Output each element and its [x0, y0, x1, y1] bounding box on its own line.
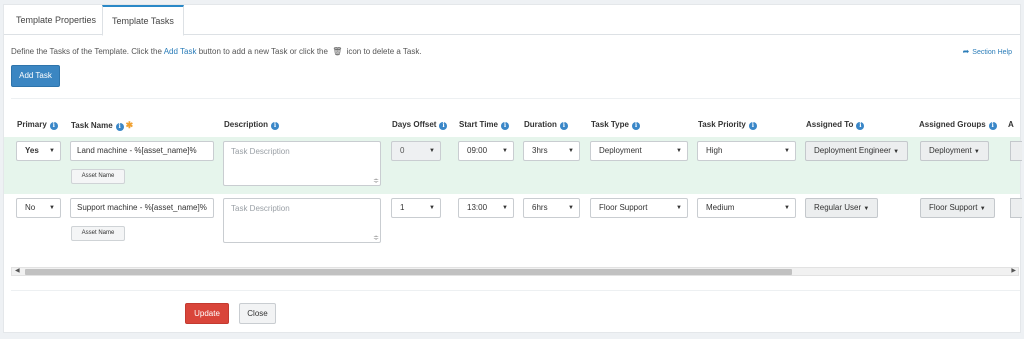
- instructions-text: Define the Tasks of the Template. Click …: [11, 47, 422, 56]
- info-icon[interactable]: i: [559, 122, 568, 130]
- task-description-textarea[interactable]: Task Description ≑: [223, 141, 381, 186]
- assigned-to-dropdown[interactable]: Regular User ▼: [805, 198, 879, 218]
- asset-name-button[interactable]: Asset Name: [71, 226, 125, 241]
- header-assigned-groups: Assigned Groups i: [919, 120, 997, 130]
- horizontal-scrollbar[interactable]: ◀ ▶: [11, 267, 1019, 276]
- asset-name-button[interactable]: Asset Name: [71, 169, 125, 184]
- add-task-button[interactable]: Add Task: [11, 65, 60, 87]
- header-duration: Duration i: [524, 120, 568, 130]
- header-start-time: Start Time i: [459, 120, 509, 130]
- task-description-textarea[interactable]: Task Description ≑: [223, 198, 381, 243]
- scroll-right-arrow-icon[interactable]: ▶: [1011, 267, 1016, 274]
- divider: [11, 98, 1020, 99]
- caret-down-icon: ▼: [49, 148, 55, 154]
- tab-template-properties[interactable]: Template Properties: [7, 5, 105, 35]
- caret-down-icon: ▼: [973, 149, 980, 155]
- info-icon[interactable]: i: [988, 122, 997, 130]
- header-task-name: Task Name i ✱: [71, 120, 134, 131]
- assigned-groups-dropdown[interactable]: Floor Support ▼: [920, 198, 995, 218]
- assigned-groups-dropdown[interactable]: Deployment ▼: [920, 141, 989, 161]
- trash-icon: 🗑: [332, 47, 343, 56]
- tab-bar: Template Properties Template Tasks: [4, 5, 1020, 36]
- info-icon[interactable]: i: [500, 122, 509, 130]
- header-partial: A: [1008, 120, 1014, 129]
- caret-down-icon: ▼: [429, 205, 435, 211]
- caret-down-icon: ▼: [979, 206, 986, 212]
- task-type-select[interactable]: Deployment ▼: [590, 141, 688, 161]
- task-name-input[interactable]: Land machine - %[asset_name]%: [70, 141, 214, 161]
- tab-template-tasks[interactable]: Template Tasks: [102, 5, 184, 36]
- header-days-offset: Days Offset i: [392, 120, 448, 130]
- header-primary: Primary i: [17, 120, 58, 130]
- caret-down-icon: ▼: [893, 149, 900, 155]
- update-button[interactable]: Update: [185, 303, 229, 324]
- partial-dropdown[interactable]: [1010, 198, 1022, 218]
- start-time-select[interactable]: 13:00 ▼: [458, 198, 514, 218]
- caret-down-icon: ▼: [784, 148, 790, 154]
- caret-down-icon: ▼: [676, 148, 682, 154]
- info-icon[interactable]: i: [115, 123, 124, 131]
- caret-down-icon: ▼: [784, 205, 790, 211]
- scrollbar-thumb[interactable]: [25, 269, 792, 275]
- info-icon[interactable]: i: [49, 122, 58, 130]
- header-assigned-to: Assigned To i: [806, 120, 865, 130]
- start-time-select[interactable]: 09:00 ▼: [458, 141, 514, 161]
- duration-select[interactable]: 6hrs ▼: [523, 198, 580, 218]
- primary-select[interactable]: No ▼: [16, 198, 61, 218]
- caret-down-icon: ▼: [568, 205, 574, 211]
- required-star-icon: ✱: [125, 120, 134, 130]
- caret-down-icon: ▼: [676, 205, 682, 211]
- info-icon[interactable]: i: [748, 122, 757, 130]
- info-icon[interactable]: i: [856, 122, 865, 130]
- divider: [11, 290, 1020, 291]
- info-icon[interactable]: i: [271, 122, 280, 130]
- caret-down-icon: ▼: [863, 206, 870, 212]
- assigned-to-dropdown[interactable]: Deployment Engineer ▼: [805, 141, 909, 161]
- resize-grip-icon[interactable]: ≑: [373, 234, 379, 242]
- caret-down-icon: ▼: [568, 148, 574, 154]
- header-task-type: Task Type i: [591, 120, 640, 130]
- partial-dropdown[interactable]: [1010, 141, 1022, 161]
- caret-down-icon: ▼: [49, 205, 55, 211]
- task-name-input[interactable]: Support machine - %[asset_name]%: [70, 198, 214, 218]
- duration-select[interactable]: 3hrs ▼: [523, 141, 580, 161]
- add-task-link[interactable]: Add Task: [164, 47, 197, 56]
- task-type-select[interactable]: Floor Support ▼: [590, 198, 688, 218]
- task-priority-select[interactable]: High ▼: [697, 141, 796, 161]
- share-icon: ➦: [962, 47, 970, 56]
- resize-grip-icon[interactable]: ≑: [373, 177, 379, 185]
- caret-down-icon: ▼: [502, 148, 508, 154]
- section-help-link[interactable]: ➦ Section Help: [963, 47, 1012, 56]
- info-icon[interactable]: i: [631, 122, 640, 130]
- primary-select[interactable]: Yes ▼: [16, 141, 61, 161]
- header-description: Description i: [224, 120, 280, 130]
- scroll-left-arrow-icon[interactable]: ◀: [15, 267, 20, 274]
- template-panel: Template Properties Template Tasks Defin…: [3, 4, 1022, 333]
- info-icon[interactable]: i: [439, 122, 448, 130]
- close-button[interactable]: Close: [239, 303, 276, 324]
- caret-down-icon: ▼: [429, 148, 435, 154]
- task-priority-select[interactable]: Medium ▼: [697, 198, 796, 218]
- caret-down-icon: ▼: [502, 205, 508, 211]
- days-offset-select: 0 ▼: [391, 141, 441, 161]
- header-task-priority: Task Priority i: [698, 120, 757, 130]
- days-offset-select[interactable]: 1 ▼: [391, 198, 441, 218]
